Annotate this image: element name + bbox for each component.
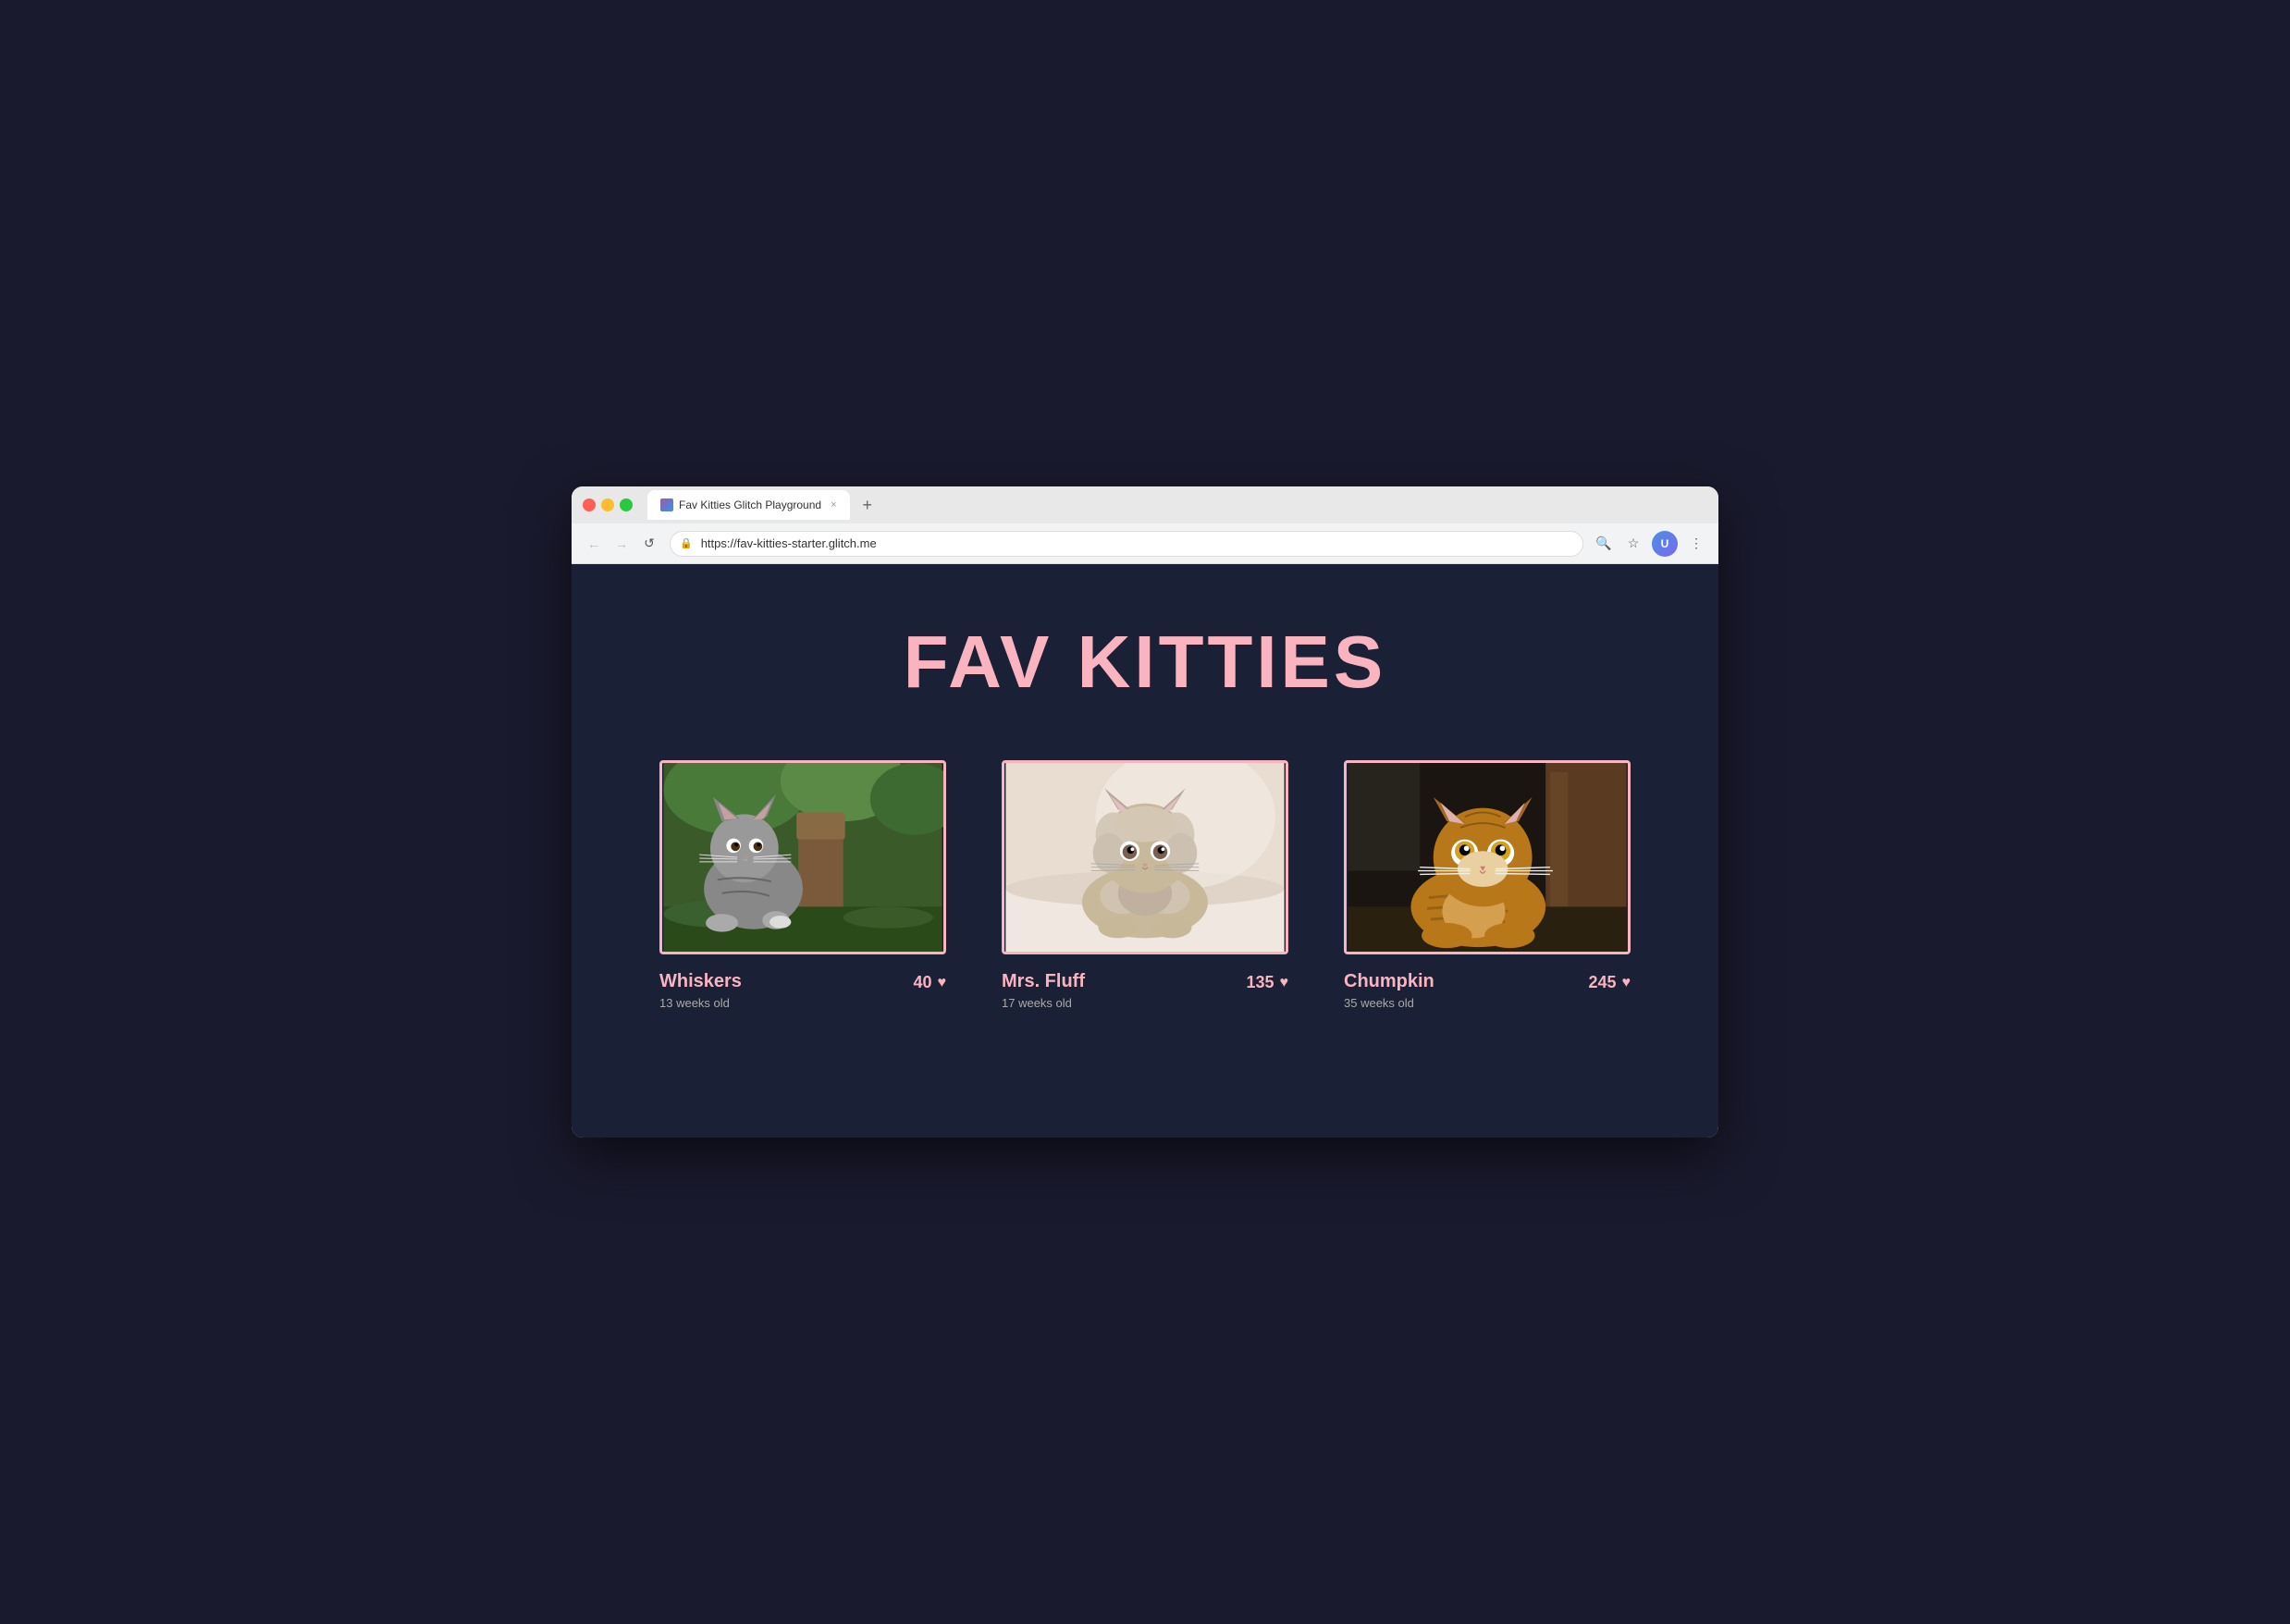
menu-button[interactable]: ⋮ xyxy=(1685,533,1707,555)
page-content: FAV KITTIES xyxy=(572,564,1718,1138)
security-lock-icon: 🔒 xyxy=(680,537,693,549)
title-bar: Fav Kitties Glitch Playground × + xyxy=(572,486,1718,523)
kitties-grid: Whiskers 13 weeks old 40 ♥ xyxy=(659,760,1631,1010)
kitty-age-label-chumpkin: 35 weeks old xyxy=(1344,996,1434,1010)
kitty-name-label-mrs-fluff: Mrs. Fluff xyxy=(1002,971,1085,992)
kitty-card-chumpkin: Chumpkin 35 weeks old 245 ♥ xyxy=(1344,760,1631,1010)
kitty-image-mrs-fluff xyxy=(1002,760,1288,954)
kitty-image-whiskers xyxy=(659,760,946,954)
kitty-info-chumpkin: Chumpkin 35 weeks old 245 ♥ xyxy=(1344,971,1631,1010)
url-text: https://fav-kitties-starter.glitch.me xyxy=(701,536,877,550)
kitty-likes-count-mrs-fluff: 135 xyxy=(1246,973,1274,992)
kitty-likes-mrs-fluff[interactable]: 135 ♥ xyxy=(1246,973,1288,992)
address-input[interactable]: 🔒 https://fav-kitties-starter.glitch.me xyxy=(670,531,1583,557)
kitty-name-label-chumpkin: Chumpkin xyxy=(1344,971,1434,992)
tab-favicon-icon xyxy=(660,498,673,511)
browser-actions: 🔍 ☆ U ⋮ xyxy=(1593,531,1707,557)
kitty-card-whiskers: Whiskers 13 weeks old 40 ♥ xyxy=(659,760,946,1010)
search-button[interactable]: 🔍 xyxy=(1593,533,1615,555)
kitty-age-label-mrs-fluff: 17 weeks old xyxy=(1002,996,1085,1010)
kitty-likes-count-whiskers: 40 xyxy=(913,973,931,992)
kitty-name-age-whiskers: Whiskers 13 weeks old xyxy=(659,971,742,1010)
kitty-name-age-mrs-fluff: Mrs. Fluff 17 weeks old xyxy=(1002,971,1085,1010)
user-avatar[interactable]: U xyxy=(1652,531,1678,557)
heart-icon-chumpkin: ♥ xyxy=(1622,975,1631,991)
close-window-button[interactable] xyxy=(583,498,596,511)
tab-title: Fav Kitties Glitch Playground xyxy=(679,498,821,511)
traffic-lights xyxy=(583,498,633,511)
kitty-likes-whiskers[interactable]: 40 ♥ xyxy=(913,973,946,992)
browser-tab-active[interactable]: Fav Kitties Glitch Playground × xyxy=(647,490,850,520)
nav-buttons: ← → ↺ xyxy=(583,533,660,555)
back-button[interactable]: ← xyxy=(583,533,605,555)
minimize-window-button[interactable] xyxy=(601,498,614,511)
tab-bar: Fav Kitties Glitch Playground × + xyxy=(647,490,1707,520)
browser-window: Fav Kitties Glitch Playground × + ← → ↺ … xyxy=(572,486,1718,1138)
kitty-info-mrs-fluff: Mrs. Fluff 17 weeks old 135 ♥ xyxy=(1002,971,1288,1010)
tab-close-button[interactable]: × xyxy=(831,499,836,511)
kitty-info-whiskers: Whiskers 13 weeks old 40 ♥ xyxy=(659,971,946,1010)
kitty-name-age-chumpkin: Chumpkin 35 weeks old xyxy=(1344,971,1434,1010)
kitty-card-mrs-fluff: Mrs. Fluff 17 weeks old 135 ♥ xyxy=(1002,760,1288,1010)
kitty-likes-chumpkin[interactable]: 245 ♥ xyxy=(1588,973,1631,992)
forward-button[interactable]: → xyxy=(610,533,633,555)
address-bar: ← → ↺ 🔒 https://fav-kitties-starter.glit… xyxy=(572,523,1718,564)
reload-button[interactable]: ↺ xyxy=(638,533,660,555)
heart-icon-mrs-fluff: ♥ xyxy=(1280,975,1289,991)
bookmark-button[interactable]: ☆ xyxy=(1622,533,1644,555)
kitty-likes-count-chumpkin: 245 xyxy=(1588,973,1616,992)
kitty-age-label-whiskers: 13 weeks old xyxy=(659,996,742,1010)
new-tab-button[interactable]: + xyxy=(857,496,879,515)
maximize-window-button[interactable] xyxy=(620,498,633,511)
kitty-image-chumpkin xyxy=(1344,760,1631,954)
heart-icon-whiskers: ♥ xyxy=(938,975,947,991)
page-title: FAV KITTIES xyxy=(904,620,1387,705)
kitty-name-label-whiskers: Whiskers xyxy=(659,971,742,992)
